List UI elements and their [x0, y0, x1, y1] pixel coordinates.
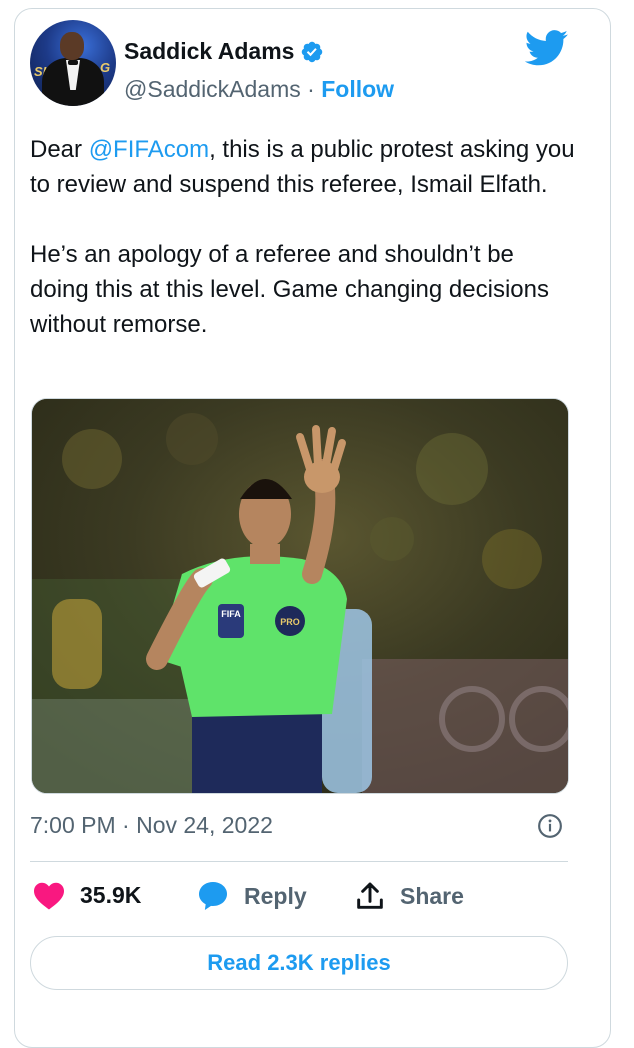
- reply-bubble-icon: [199, 882, 227, 910]
- tweet-timestamp[interactable]: 7:00 PM · Nov 24, 2022: [30, 812, 273, 839]
- reply-label: Reply: [244, 882, 307, 909]
- like-count: 35.9K: [80, 881, 142, 908]
- author-handle-row: @SaddickAdams · Follow: [124, 76, 394, 103]
- tweet-text-prefix: Dear: [30, 136, 89, 163]
- author-name-row[interactable]: Saddick Adams: [124, 38, 324, 65]
- tweet-text: Dear @FIFAcom, this is a public protest …: [30, 132, 575, 342]
- heart-icon: [34, 882, 64, 910]
- avatar-head: [60, 32, 84, 60]
- share-upload-icon: [357, 882, 383, 909]
- divider: [30, 861, 568, 862]
- share-label: Share: [400, 882, 464, 909]
- info-icon[interactable]: [537, 813, 563, 839]
- referee-photo: PRO FIFA: [32, 399, 568, 793]
- fifa-badge-text: FIFA: [221, 609, 241, 619]
- author-handle[interactable]: @SaddickAdams: [124, 76, 301, 102]
- tweet-text-body: , this is a public protest asking you to…: [30, 136, 575, 338]
- handle-separator: ·: [300, 76, 322, 102]
- reply-button[interactable]: Reply: [196, 880, 307, 912]
- verified-badge-icon: [302, 41, 323, 62]
- twitter-bird-icon[interactable]: [525, 30, 569, 66]
- tweet-photo[interactable]: PRO FIFA: [31, 398, 569, 794]
- mention-link[interactable]: @FIFAcom: [89, 136, 209, 163]
- like-button[interactable]: 35.9K: [32, 880, 141, 910]
- pro-badge-text: PRO: [280, 617, 300, 627]
- avatar[interactable]: SLAG G: [30, 20, 116, 106]
- follow-button[interactable]: Follow: [321, 76, 394, 102]
- read-replies-button[interactable]: Read 2.3K replies: [30, 936, 568, 990]
- avatar-bowtie: [68, 60, 78, 65]
- author-name[interactable]: Saddick Adams: [124, 38, 294, 65]
- share-button[interactable]: Share: [354, 880, 464, 912]
